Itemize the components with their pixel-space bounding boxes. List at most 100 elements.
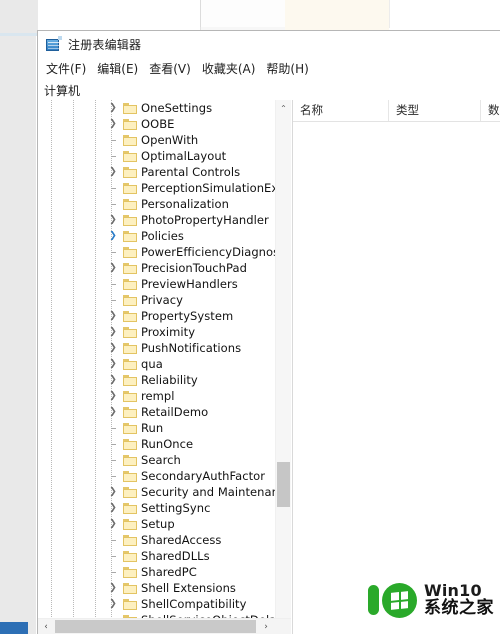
folder-icon (123, 214, 137, 226)
tree-item-label: SecondaryAuthFactor (141, 469, 266, 483)
tree-item-label: Privacy (141, 293, 183, 307)
tree-item[interactable]: SharedPC (38, 564, 291, 580)
tree-vertical-scrollbar[interactable]: ⌃ ⌄ (275, 100, 291, 634)
tree-expand-chevron-right-icon[interactable]: ❯ (107, 116, 119, 132)
folder-icon (123, 166, 137, 178)
menu-favorites[interactable]: 收藏夹(A) (200, 58, 265, 80)
tree-item[interactable]: ❯ ShellCompatibility (38, 596, 291, 612)
folder-icon (123, 582, 137, 594)
tree-expand-chevron-right-icon[interactable]: ❯ (107, 516, 119, 532)
tree-expand-chevron-right-icon[interactable]: ❯ (107, 356, 119, 372)
column-name[interactable]: 名称 (293, 100, 389, 121)
tree-expand-chevron-right-icon[interactable]: ❯ (107, 340, 119, 356)
folder-icon (123, 294, 137, 306)
folder-icon (123, 246, 137, 258)
background-lower-gutter (0, 36, 36, 634)
column-type[interactable]: 类型 (389, 100, 481, 121)
tree-expand-chevron-right-icon[interactable]: ❯ (107, 260, 119, 276)
tree-item[interactable]: ❯ PushNotifications (38, 340, 291, 356)
background-window-right (389, 0, 500, 28)
tree-item-label: SharedAccess (141, 533, 222, 547)
window-title: 注册表编辑器 (68, 38, 142, 52)
tree-item-label: Parental Controls (141, 165, 241, 179)
tree-expand-chevron-right-icon[interactable]: ❯ (107, 404, 119, 420)
tree-expand-chevron-right-icon[interactable]: ❯ (107, 164, 119, 180)
watermark-line1: Win10 (424, 580, 482, 600)
tree-item-label: ShellCompatibility (141, 597, 247, 611)
tree-item[interactable]: PowerEfficiencyDiagnostics (38, 244, 291, 260)
registry-values-pane: 名称 类型 数 (292, 100, 500, 634)
tree-item[interactable]: ❯ rempl (38, 388, 291, 404)
tree-expand-chevron-right-icon[interactable]: ❯ (107, 212, 119, 228)
taskbar-fragment (0, 622, 28, 634)
menu-help[interactable]: 帮助(H) (264, 58, 317, 80)
horizontal-scrollbar-thumb[interactable] (55, 620, 256, 633)
folder-icon (123, 150, 137, 162)
tree-item-label: PerceptionSimulationExtens (141, 181, 291, 195)
tree-item[interactable]: ❯ Parental Controls (38, 164, 291, 180)
tree-expand-chevron-right-icon[interactable]: ❯ (107, 372, 119, 388)
tree-item[interactable]: SharedDLLs (38, 548, 291, 564)
tree-item[interactable]: ❯ RetailDemo (38, 404, 291, 420)
tree-item-label: PhotoPropertyHandler (141, 213, 269, 227)
tree-item-label: SharedPC (141, 565, 197, 579)
folder-icon (123, 134, 137, 146)
tree-item[interactable]: ❯ PrecisionTouchPad (38, 260, 291, 276)
tree-item[interactable]: ❯ SettingSync (38, 500, 291, 516)
tree-item[interactable]: Privacy (38, 292, 291, 308)
registry-tree[interactable]: ❯ OneSettings ❯ OOBE OpenWith OptimalLayout ❯ P… (38, 100, 291, 634)
tree-horizontal-scrollbar[interactable]: ‹ › (38, 618, 291, 634)
window-content: ❯ OneSettings ❯ OOBE OpenWith OptimalLayout ❯ P… (38, 100, 500, 634)
tree-expand-chevron-right-icon[interactable]: ❯ (107, 388, 119, 404)
tree-expand-chevron-right-icon[interactable]: ❯ (107, 228, 119, 244)
tree-item[interactable]: Search (38, 452, 291, 468)
tree-item[interactable]: PerceptionSimulationExtens (38, 180, 291, 196)
watermark-bar-icon (368, 585, 379, 615)
tree-item[interactable]: ❯ Shell Extensions (38, 580, 291, 596)
tree-expand-chevron-right-icon[interactable]: ❯ (107, 308, 119, 324)
tree-expand-chevron-right-icon[interactable]: ❯ (107, 100, 119, 116)
menu-edit[interactable]: 编辑(E) (95, 58, 147, 80)
tree-item[interactable]: SecondaryAuthFactor (38, 468, 291, 484)
tree-item-label: SharedDLLs (141, 549, 210, 563)
tree-item[interactable]: SharedAccess (38, 532, 291, 548)
tree-item[interactable]: ❯ Setup (38, 516, 291, 532)
folder-icon (123, 102, 137, 114)
tree-item[interactable]: ❯ PropertySystem (38, 308, 291, 324)
menu-view[interactable]: 查看(V) (147, 58, 200, 80)
tree-expand-chevron-right-icon[interactable]: ❯ (107, 500, 119, 516)
tree-item[interactable]: ❯ PhotoPropertyHandler (38, 212, 291, 228)
tree-item-label: RetailDemo (141, 405, 209, 419)
tree-item[interactable]: Personalization (38, 196, 291, 212)
scroll-up-arrow-icon[interactable]: ⌃ (276, 100, 291, 116)
tree-leaf-dash-icon (107, 276, 119, 292)
tree-item-label: Proximity (141, 325, 196, 339)
tree-item[interactable]: ❯ OneSettings (38, 100, 291, 116)
tree-item[interactable]: ❯ qua (38, 356, 291, 372)
vertical-scrollbar-thumb[interactable] (277, 462, 290, 507)
tree-expand-chevron-right-icon[interactable]: ❯ (107, 596, 119, 612)
background-window-cream (285, 0, 389, 32)
menu-file[interactable]: 文件(F) (44, 58, 95, 80)
tree-leaf-dash-icon (107, 132, 119, 148)
tree-item[interactable]: OpenWith (38, 132, 291, 148)
address-bar[interactable]: 计算机 (38, 81, 500, 101)
tree-item[interactable]: PreviewHandlers (38, 276, 291, 292)
tree-item[interactable]: RunOnce (38, 436, 291, 452)
column-data[interactable]: 数 (481, 100, 500, 121)
tree-item[interactable]: ❯ Proximity (38, 324, 291, 340)
scroll-right-arrow-icon[interactable]: › (258, 619, 274, 634)
tree-expand-chevron-right-icon[interactable]: ❯ (107, 324, 119, 340)
tree-expand-chevron-right-icon[interactable]: ❯ (107, 484, 119, 500)
tree-item[interactable]: OptimalLayout (38, 148, 291, 164)
tree-item[interactable]: ❯ Policies (38, 228, 291, 244)
tree-item[interactable]: Run (38, 420, 291, 436)
tree-item[interactable]: ❯ Security and Maintenance (38, 484, 291, 500)
tree-item[interactable]: ❯ Reliability (38, 372, 291, 388)
tree-expand-chevron-right-icon[interactable]: ❯ (107, 580, 119, 596)
scroll-left-arrow-icon[interactable]: ‹ (38, 619, 54, 634)
folder-icon (123, 534, 137, 546)
tree-item[interactable]: ❯ OOBE (38, 116, 291, 132)
tree-item-label: Setup (141, 517, 175, 531)
tree-item-label: Search (141, 453, 181, 467)
